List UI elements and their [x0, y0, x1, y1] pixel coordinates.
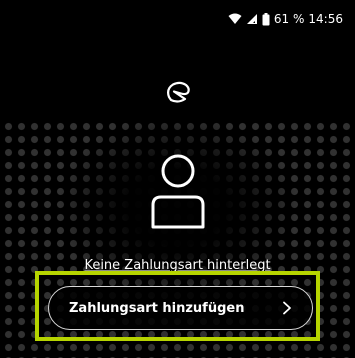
clock: 14:56 — [308, 12, 343, 26]
user-icon — [147, 153, 209, 231]
cell-signal-icon — [246, 13, 258, 25]
wifi-icon — [228, 13, 242, 25]
battery-percent: 61 % — [273, 12, 305, 26]
add-payment-method-label: Zahlungsart hinzufügen — [69, 300, 245, 316]
battery-icon — [262, 12, 270, 26]
add-payment-method-button[interactable]: Zahlungsart hinzufügen — [48, 286, 313, 330]
app-logo-icon — [165, 80, 191, 104]
status-bar: 61 % 14:56 — [0, 0, 355, 38]
chevron-right-icon — [280, 301, 294, 315]
payment-methods-screen: 61 % 14:56 Keine Zahlungsart hinterlegt … — [0, 0, 355, 358]
